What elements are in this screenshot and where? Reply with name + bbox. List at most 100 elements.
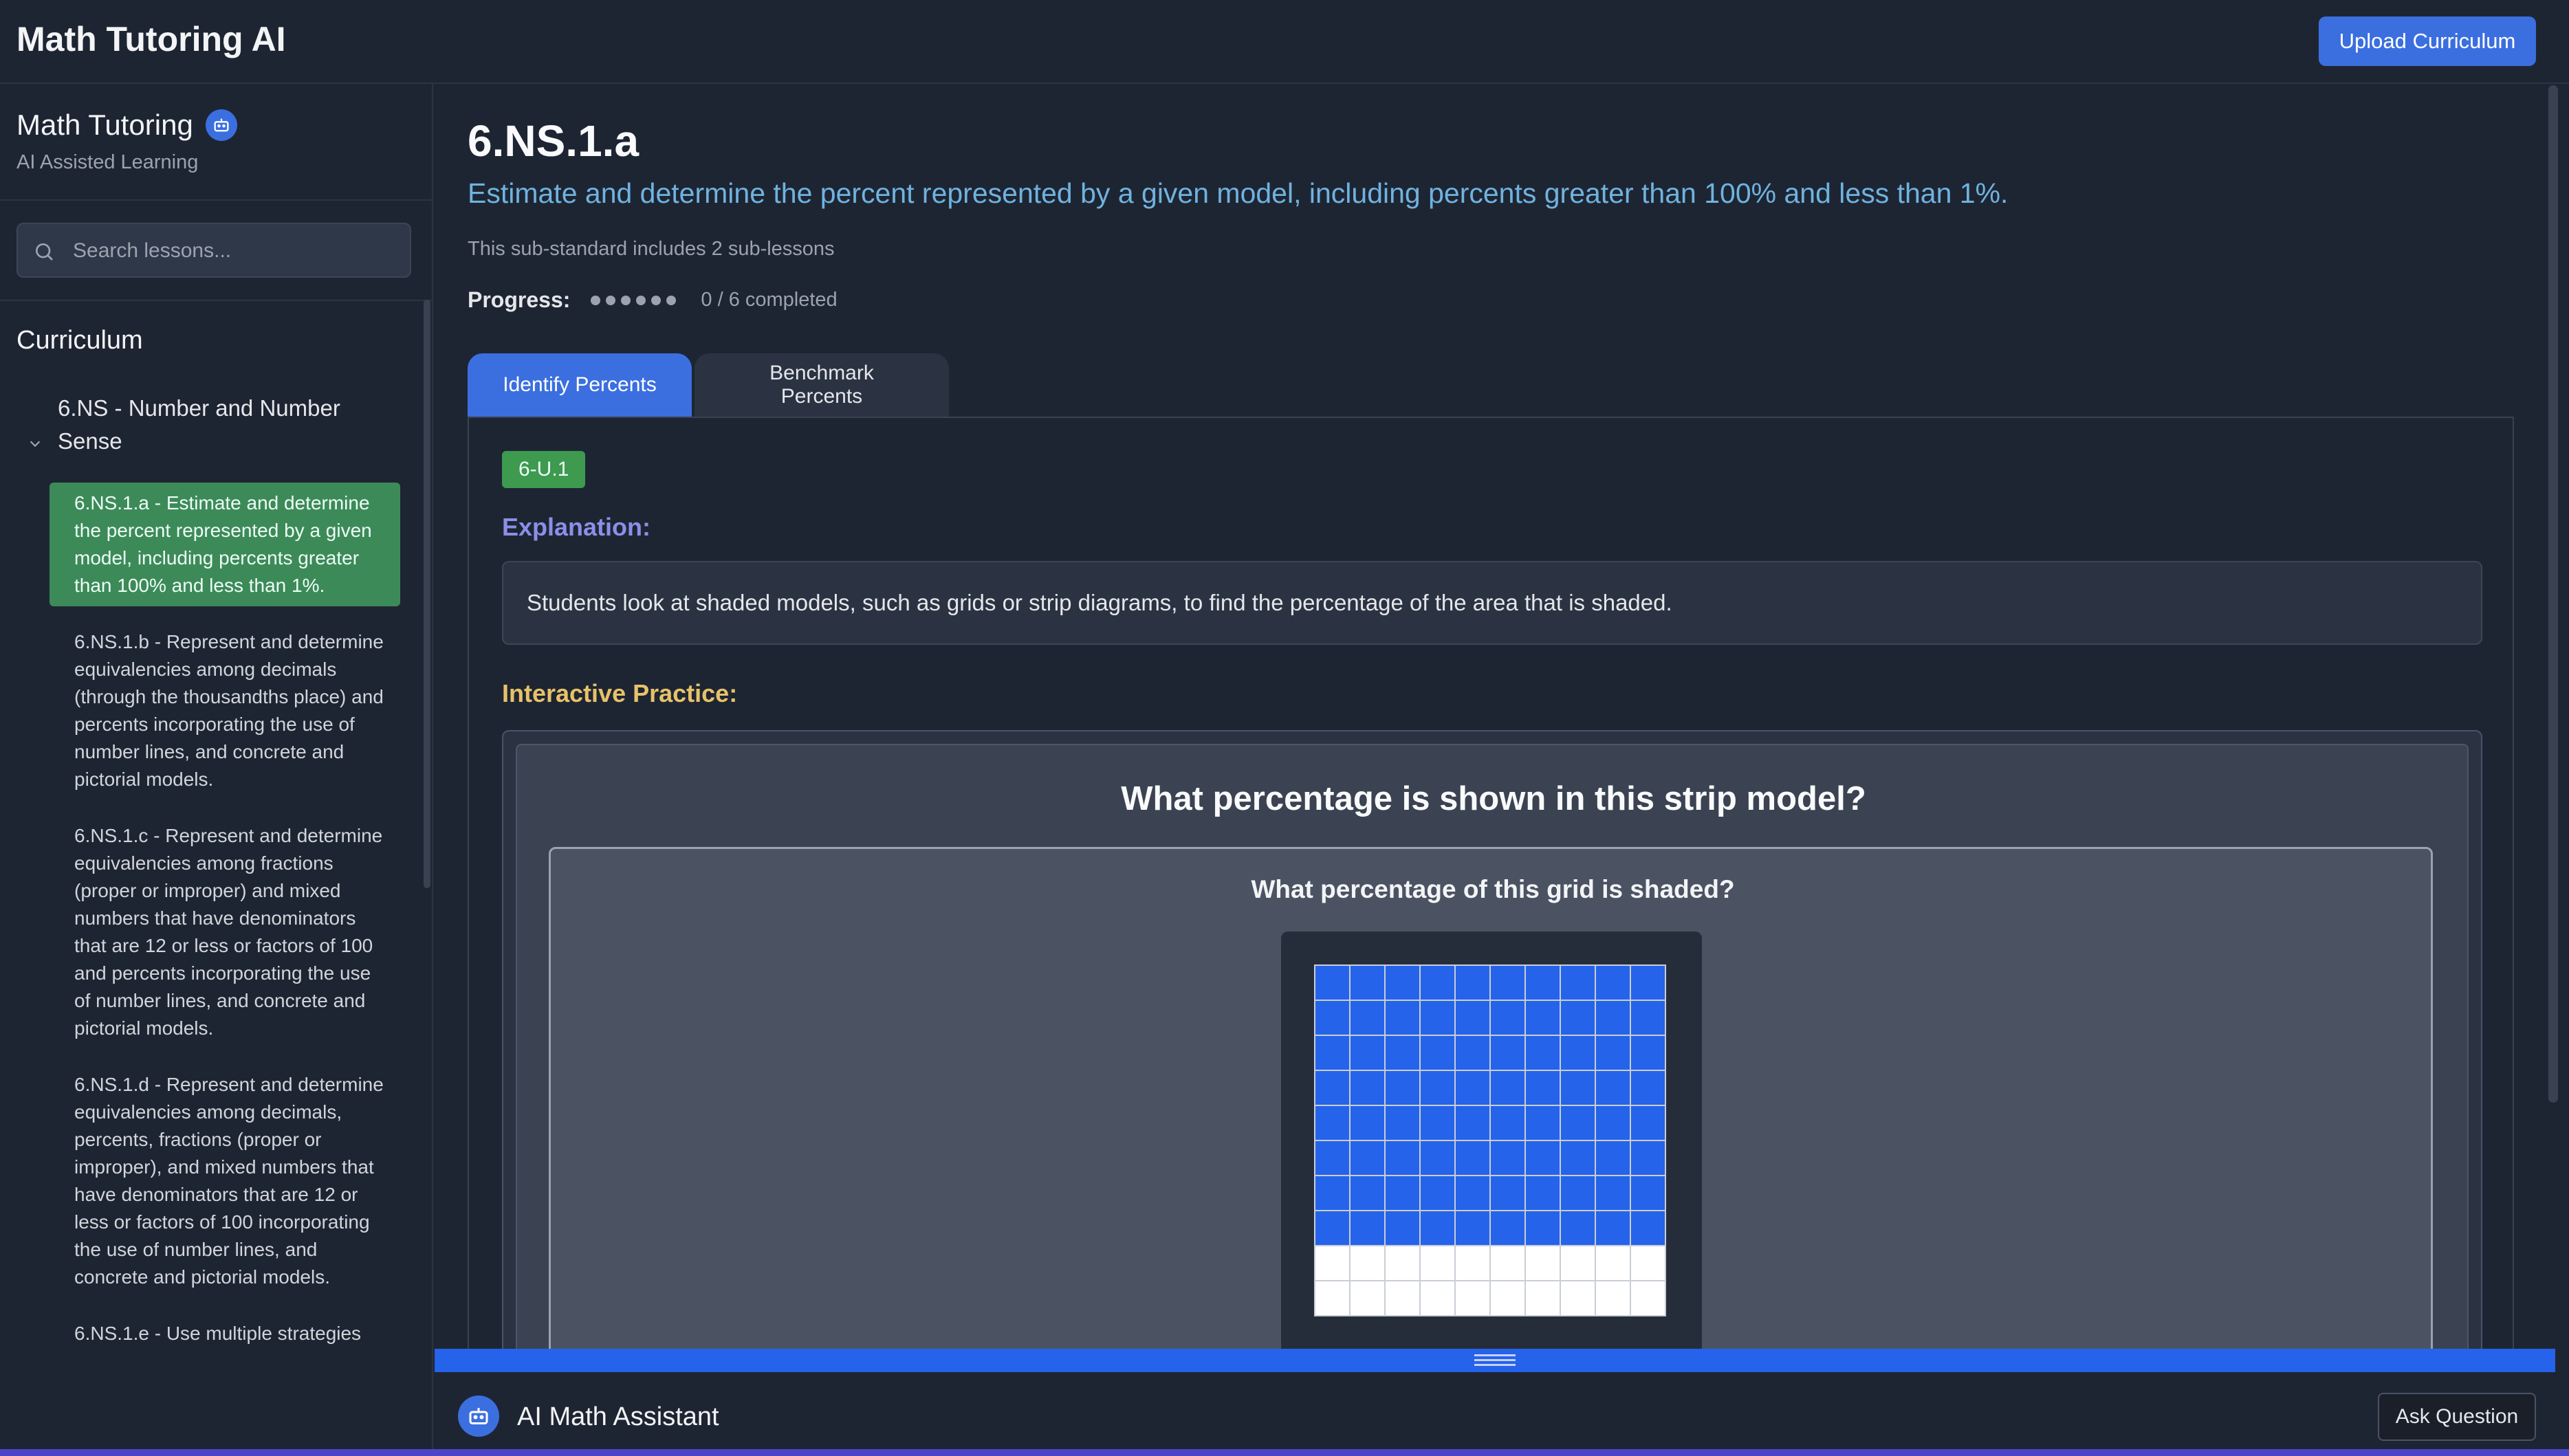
grid-cell-shaded	[1456, 1176, 1489, 1210]
grid-cell-shaded	[1315, 1176, 1349, 1210]
grid-model-frame	[1281, 931, 1702, 1358]
grid-cell-shaded	[1421, 1001, 1454, 1035]
chevron-down-icon	[30, 441, 41, 448]
grid-cell-shaded	[1351, 1106, 1384, 1140]
grid-cell-shaded	[1386, 1036, 1419, 1070]
grid-cell-empty	[1631, 1246, 1665, 1280]
grid-cell-shaded	[1526, 1001, 1560, 1035]
grid-cell-shaded	[1456, 1001, 1489, 1035]
sidebar: Math Tutoring AI Assisted Learning Curri…	[0, 84, 433, 1456]
grid-cell-shaded	[1351, 1211, 1384, 1245]
upload-curriculum-button[interactable]: Upload Curriculum	[2319, 16, 2536, 66]
grid-cell-shaded	[1526, 1106, 1560, 1140]
grid-cell-shaded	[1596, 1176, 1630, 1210]
grid-cell-empty	[1596, 1246, 1630, 1280]
lesson-item-6ns1d[interactable]: 6.NS.1.d - Represent and determine equiv…	[50, 1064, 400, 1298]
curriculum-group-6ns[interactable]: 6.NS - Number and Number Sense	[28, 392, 399, 458]
sidebar-divider	[0, 199, 433, 201]
grid-cell-shaded	[1351, 1071, 1384, 1105]
panel-resize-handle[interactable]	[435, 1349, 2555, 1372]
grid-cell-shaded	[1351, 1176, 1384, 1210]
progress-dot	[606, 295, 616, 305]
practice-inner: What percentage is shown in this strip m…	[516, 744, 2469, 1456]
grid-cell-shaded	[1315, 1141, 1349, 1175]
grid-cell-shaded	[1421, 1071, 1454, 1105]
grid-cell-empty	[1526, 1281, 1560, 1315]
lesson-tabs: Identify Percents Benchmark Percents	[468, 353, 952, 417]
sidebar-divider	[0, 300, 433, 301]
grid-cell-shaded	[1351, 1141, 1384, 1175]
lesson-item-6ns1a[interactable]: 6.NS.1.a - Estimate and determine the pe…	[50, 483, 400, 606]
main-scrollbar[interactable]	[2548, 85, 2558, 1103]
standard-description: Estimate and determine the percent repre…	[468, 177, 2009, 209]
grid-cell-shaded	[1596, 1141, 1630, 1175]
grid-cell-shaded	[1315, 1071, 1349, 1105]
grid-cell-shaded	[1491, 1211, 1524, 1245]
group-title: 6.NS - Number and Number Sense	[58, 395, 340, 454]
lesson-item-6ns1b[interactable]: 6.NS.1.b - Represent and determine equiv…	[50, 621, 400, 800]
grid-cell-shaded	[1561, 1176, 1595, 1210]
grid-cell-shaded	[1456, 966, 1489, 1000]
hundred-grid	[1314, 964, 1666, 1316]
grid-cell-shaded	[1315, 966, 1349, 1000]
grid-cell-shaded	[1631, 1071, 1665, 1105]
grid-cell-shaded	[1351, 1001, 1384, 1035]
grid-cell-shaded	[1631, 1141, 1665, 1175]
robot-icon	[458, 1396, 499, 1437]
sub-lesson-count: This sub-standard includes 2 sub-lessons	[468, 238, 835, 260]
grid-cell-shaded	[1526, 1211, 1560, 1245]
grid-cell-shaded	[1631, 1001, 1665, 1035]
grid-cell-shaded	[1386, 1106, 1419, 1140]
standard-code: 6.NS.1.a	[468, 116, 639, 166]
grid-cell-empty	[1386, 1246, 1419, 1280]
grid-cell-shaded	[1526, 1036, 1560, 1070]
grid-cell-empty	[1561, 1246, 1595, 1280]
explanation-title: Explanation:	[502, 513, 651, 541]
question-subtitle: What percentage of this grid is shaded?	[1251, 875, 1735, 903]
grid-cell-shaded	[1315, 1001, 1349, 1035]
practice-container: What percentage is shown in this strip m…	[502, 730, 2482, 1456]
grid-cell-shaded	[1596, 1036, 1630, 1070]
main-content: 6.NS.1.a Estimate and determine the perc…	[435, 84, 2569, 1456]
top-header: Math Tutoring AI Upload Curriculum	[0, 0, 2569, 84]
grid-cell-shaded	[1631, 1211, 1665, 1245]
grid-cell-shaded	[1491, 966, 1524, 1000]
grid-cell-shaded	[1456, 1106, 1489, 1140]
ask-question-button[interactable]: Ask Question	[2378, 1393, 2536, 1441]
lesson-item-6ns1c[interactable]: 6.NS.1.c - Represent and determine equiv…	[50, 815, 400, 1049]
grid-cell-empty	[1491, 1281, 1524, 1315]
grid-cell-shaded	[1491, 1036, 1524, 1070]
search-input[interactable]	[73, 234, 396, 268]
explanation-box: Students look at shaded models, such as …	[502, 561, 2482, 645]
progress: Progress: 0 / 6 completed	[468, 287, 838, 313]
grid-cell-empty	[1421, 1246, 1454, 1280]
search-icon	[36, 243, 53, 261]
progress-dot	[621, 295, 631, 305]
grid-cell-shaded	[1596, 1106, 1630, 1140]
app-title: Math Tutoring AI	[17, 20, 286, 58]
tab-benchmark-percents[interactable]: Benchmark Percents	[695, 353, 949, 417]
grid-cell-shaded	[1596, 1001, 1630, 1035]
grid-cell-shaded	[1561, 1071, 1595, 1105]
grid-cell-empty	[1456, 1246, 1489, 1280]
assistant-bar: AI Math Assistant Ask Question	[435, 1372, 2569, 1456]
grid-cell-shaded	[1561, 966, 1595, 1000]
grid-cell-shaded	[1561, 1001, 1595, 1035]
grid-cell-shaded	[1596, 1071, 1630, 1105]
grid-cell-shaded	[1491, 1071, 1524, 1105]
progress-dot	[591, 295, 601, 305]
tab-identify-percents[interactable]: Identify Percents	[468, 353, 692, 417]
grid-cell-shaded	[1386, 966, 1419, 1000]
grid-cell-shaded	[1631, 1106, 1665, 1140]
drag-grip-icon	[1474, 1354, 1516, 1367]
grid-cell-empty	[1315, 1246, 1349, 1280]
grid-cell-shaded	[1386, 1001, 1419, 1035]
grid-cell-empty	[1491, 1246, 1524, 1280]
grid-cell-shaded	[1386, 1141, 1419, 1175]
grid-cell-shaded	[1421, 966, 1454, 1000]
grid-cell-shaded	[1526, 1176, 1560, 1210]
lesson-panel: 6-U.1 Explanation: Students look at shad…	[468, 417, 2514, 1456]
sidebar-scrollbar[interactable]	[424, 300, 430, 888]
grid-cell-shaded	[1386, 1176, 1419, 1210]
lesson-item-6ns1e[interactable]: 6.NS.1.e - Use multiple strategies	[50, 1313, 400, 1354]
